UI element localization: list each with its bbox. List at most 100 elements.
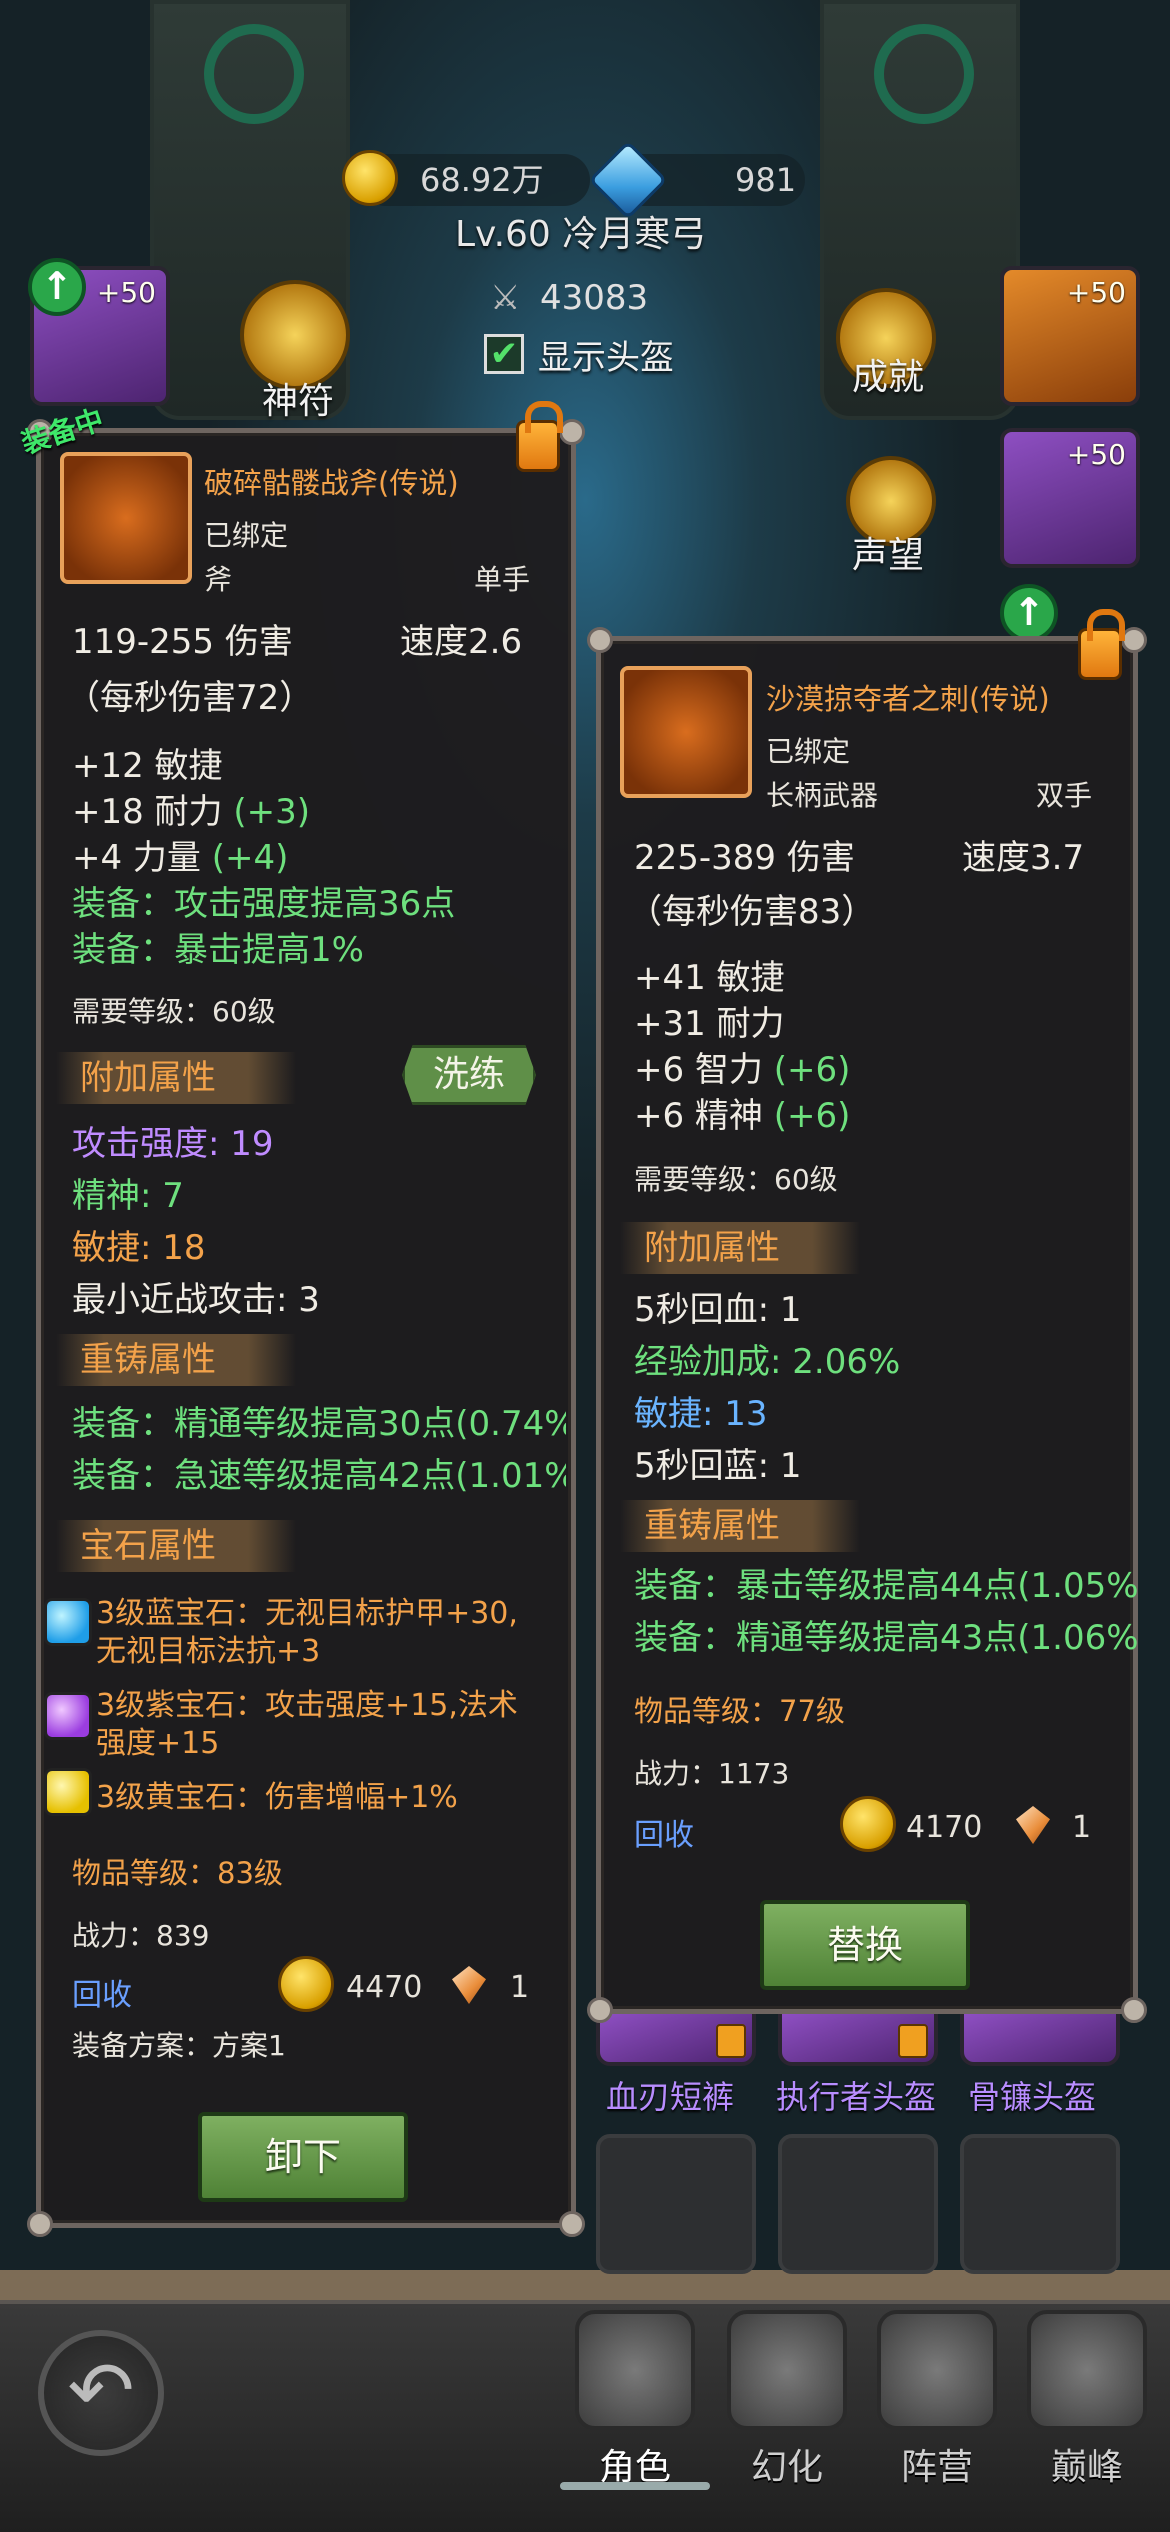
achievement-label: 成就: [852, 357, 925, 398]
empty-slot[interactable]: [778, 2134, 938, 2274]
reforge-stat: 装备：暴击等级提高44点(1.05%: [634, 1566, 1139, 1606]
gold-coin-icon: [840, 1796, 896, 1852]
unequip-button[interactable]: 卸下: [198, 2112, 408, 2202]
item-hand: 双手: [1036, 779, 1093, 812]
section-gems: 宝石属性: [56, 1520, 296, 1572]
recycle-gold: 4170: [906, 1810, 983, 1845]
gold-amount: 68.92万: [420, 161, 544, 199]
stat-line: +12 敏捷: [72, 746, 223, 786]
reforge-stat: 装备：精通等级提高30点(0.74%: [72, 1404, 566, 1444]
reputation-label: 声望: [852, 535, 925, 576]
empty-slot[interactable]: [960, 2134, 1120, 2274]
item-type: 斧: [204, 563, 233, 596]
equip-slot-helm3[interactable]: [960, 2010, 1120, 2066]
extra-stat: 攻击强度: 19: [72, 1124, 274, 1164]
section-reforge: 重铸属性: [56, 1334, 296, 1386]
lock-icon[interactable]: [516, 401, 563, 472]
equip-effect: 装备：攻击强度提高36点: [72, 884, 456, 924]
item-name: 破碎骷髅战斧(传说): [204, 466, 459, 500]
shield-icon: [877, 2310, 997, 2430]
refine-button[interactable]: 洗练: [402, 1045, 536, 1105]
player-power: 43083: [540, 278, 649, 318]
recycle-link[interactable]: 回收: [634, 1810, 694, 1854]
gem-line: 无视目标法抗+3: [96, 1634, 321, 1669]
item-name: 沙漠掠夺者之刺(传说): [766, 682, 1050, 716]
gem-line: 3级黄宝石：伤害增幅+1%: [96, 1780, 458, 1815]
bound-status: 已绑定: [766, 735, 851, 768]
equip-slot-bracer[interactable]: +50: [1000, 266, 1140, 406]
nav-faction[interactable]: 阵营: [862, 2310, 1012, 2490]
section-reforge: 重铸属性: [620, 1500, 860, 1552]
viking-helmet-icon: [575, 2310, 695, 2430]
show-helmet-label: 显示头盔: [538, 338, 674, 378]
enhance-level: +50: [1066, 276, 1126, 309]
nav-label: 阵营: [900, 2447, 973, 2488]
recycle-crystal: 1: [510, 1970, 530, 2005]
reforge-stat: 装备：急速等级提高42点(1.01%: [72, 1456, 566, 1496]
dps: （每秒伤害72）: [66, 678, 314, 718]
show-helmet-checkbox[interactable]: ✔: [484, 334, 524, 374]
recycle-gold: 4470: [346, 1970, 423, 2005]
damage-range: 119-255 伤害: [72, 622, 293, 662]
damage-range: 225-389 伤害: [634, 838, 855, 878]
extra-stat: 敏捷: 13: [634, 1394, 768, 1434]
wolf-head-icon: [727, 2310, 847, 2430]
yellow-gem-icon: [44, 1768, 92, 1816]
gem-line: 强度+15: [96, 1726, 220, 1761]
gold-coin-icon: [342, 150, 398, 206]
extra-stat: 经验加成: 2.06%: [634, 1342, 901, 1382]
dps: （每秒伤害83）: [628, 892, 876, 932]
polearm-item-icon: [620, 666, 752, 798]
rune-label: 神符: [262, 381, 335, 422]
upgrade-arrow-icon[interactable]: ↑: [1000, 584, 1058, 642]
recycle-link[interactable]: 回收: [72, 1970, 132, 2014]
extra-stat: 精神: 7: [72, 1176, 184, 1216]
purple-gem-icon: [44, 1692, 92, 1740]
upgrade-arrow-icon[interactable]: ↑: [28, 258, 86, 316]
blue-gem-icon: [44, 1598, 92, 1646]
item-power: 战力：1173: [634, 1757, 790, 1790]
equip-slot-cloak[interactable]: +50: [1000, 428, 1140, 568]
extra-stat: 最小近战攻击: 3: [72, 1280, 320, 1320]
stone-floor: [0, 2270, 1170, 2300]
nav-character[interactable]: 角色: [560, 2310, 710, 2490]
stat-line: +6 智力 (+6): [634, 1050, 851, 1090]
item-level: 物品等级：77级: [634, 1694, 845, 1728]
extra-stat: 敏捷: 18: [72, 1228, 206, 1268]
attack-speed: 速度2.6: [400, 622, 523, 662]
equip-effect: 装备：暴击提高1%: [72, 930, 364, 970]
attack-speed: 速度3.7: [962, 838, 1085, 878]
gold-coin-icon: [278, 1956, 334, 2012]
extra-stat: 5秒回血: 1: [634, 1290, 802, 1330]
bound-status: 已绑定: [204, 519, 289, 552]
lock-icon[interactable]: [1078, 609, 1125, 680]
replace-button[interactable]: 替换: [760, 1900, 970, 1990]
equip-plan: 装备方案：方案1: [72, 2029, 286, 2062]
lock-icon: [716, 2024, 746, 2058]
section-extra-attrs: 附加属性: [620, 1222, 860, 1274]
nav-label: 巅峰: [1050, 2447, 1123, 2488]
empty-slot[interactable]: [596, 2134, 756, 2274]
extra-stat: 5秒回蓝: 1: [634, 1446, 802, 1486]
item-power: 战力：839: [72, 1919, 210, 1952]
enhance-level: +50: [1066, 438, 1126, 471]
nav-peak[interactable]: 巅峰: [1012, 2310, 1162, 2490]
stat-line: +18 耐力 (+3): [72, 792, 311, 832]
enhance-level: +50: [96, 276, 156, 309]
item-level: 物品等级：83级: [72, 1856, 283, 1890]
section-extra-attrs: 附加属性: [56, 1052, 296, 1104]
required-level: 需要等级：60级: [72, 995, 276, 1028]
item-hand: 单手: [474, 563, 531, 596]
nav-transmog[interactable]: 幻化: [712, 2310, 862, 2490]
gem-amount: 981: [735, 161, 797, 199]
recycle-crystal: 1: [1072, 1810, 1092, 1845]
lock-icon: [898, 2024, 928, 2058]
stat-line: +6 精神 (+6): [634, 1096, 851, 1136]
winged-emblem-icon: [1027, 2310, 1147, 2430]
slot-label-helm3: 骨镰头盔: [968, 2078, 1097, 2116]
stat-line: +31 耐力: [634, 1004, 785, 1044]
stat-line: +4 力量 (+4): [72, 838, 289, 878]
back-icon[interactable]: ↶: [38, 2330, 164, 2456]
active-tab-indicator: [560, 2482, 710, 2490]
reforge-stat: 装备：精通等级提高43点(1.06%: [634, 1618, 1139, 1658]
